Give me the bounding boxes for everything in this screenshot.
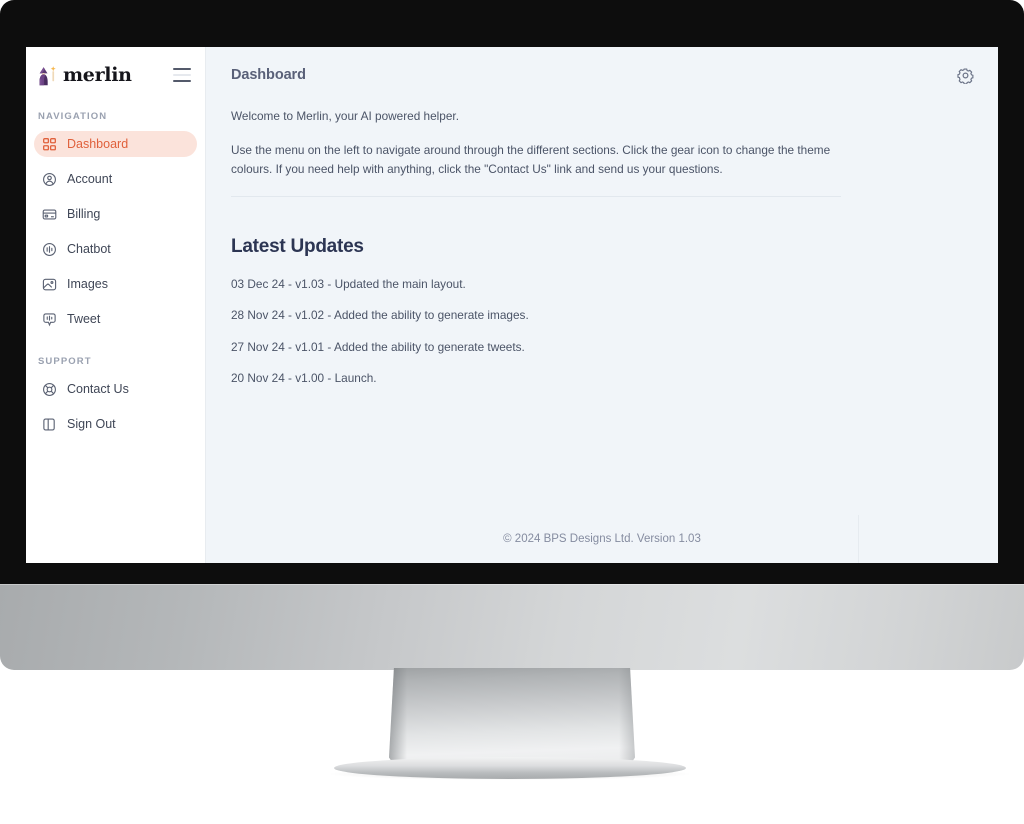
monitor-chin	[0, 584, 1024, 670]
sidebar-item-chatbot[interactable]: Chatbot	[34, 236, 197, 262]
sidebar-item-label: Tweet	[67, 312, 101, 326]
brand[interactable]: merlin	[38, 65, 132, 86]
sidebar-item-label: Chatbot	[67, 242, 111, 256]
sidebar-header: merlin	[26, 47, 205, 103]
sidebar-item-label: Billing	[67, 207, 101, 221]
sidebar-section-label-navigation: NAVIGATION	[38, 111, 108, 122]
screen-viewport: merlin NAVIGATION Dashboard Account Bill…	[26, 47, 998, 563]
user-circle-icon	[42, 172, 57, 187]
footer-edge-line	[858, 515, 859, 563]
content-area: Welcome to Merlin, your AI powered helpe…	[206, 103, 998, 515]
sidebar-item-label: Account	[67, 172, 113, 186]
imac-mockup: merlin NAVIGATION Dashboard Account Bill…	[0, 0, 1024, 824]
image-icon	[42, 277, 57, 292]
hamburger-line-1	[173, 68, 191, 70]
lifebuoy-icon	[42, 382, 57, 397]
chat-circle-icon	[42, 242, 57, 257]
brand-name: merlin	[63, 63, 132, 86]
speech-bubble-icon	[42, 312, 57, 327]
intro-paragraph-2: Use the menu on the left to navigate aro…	[231, 143, 831, 176]
sidebar-item-sign-out[interactable]: Sign Out	[34, 411, 197, 437]
update-item: 27 Nov 24 - v1.01 - Added the ability to…	[231, 339, 525, 354]
page-title: Dashboard	[231, 67, 306, 83]
wizard-icon	[38, 65, 58, 86]
sidebar-item-label: Sign Out	[67, 417, 116, 431]
sidebar-item-tweet[interactable]: Tweet	[34, 306, 197, 332]
sidebar-section-label-support: SUPPORT	[38, 356, 92, 367]
sidebar-nav-support: Contact Us Sign Out	[26, 374, 205, 439]
grid-icon	[42, 137, 57, 152]
sidebar-item-label: Images	[67, 277, 108, 291]
sidebar-nav-navigation: Dashboard Account Billing Chatbot Images…	[26, 129, 205, 334]
sidebar-item-account[interactable]: Account	[34, 166, 197, 192]
hamburger-line-2	[173, 74, 191, 76]
credit-card-icon	[42, 207, 57, 222]
sidebar-item-label: Contact Us	[67, 382, 129, 396]
intro-paragraph-1: Welcome to Merlin, your AI powered helpe…	[231, 109, 459, 123]
updates-list: 03 Dec 24 - v1.03 - Updated the main lay…	[231, 277, 973, 386]
sidebar-item-images[interactable]: Images	[34, 271, 197, 297]
sidebar-item-contact-us[interactable]: Contact Us	[34, 376, 197, 402]
latest-updates-title: Latest Updates	[231, 235, 364, 257]
update-item: 28 Nov 24 - v1.02 - Added the ability to…	[231, 308, 529, 323]
hamburger-menu-icon[interactable]	[173, 68, 191, 82]
footer: © 2024 BPS Designs Ltd. Version 1.03	[206, 515, 998, 563]
topbar: Dashboard	[206, 47, 998, 103]
gear-icon[interactable]	[956, 66, 974, 84]
hamburger-line-3	[173, 80, 191, 82]
sidebar-item-dashboard[interactable]: Dashboard	[34, 131, 197, 157]
sign-out-icon	[42, 417, 57, 432]
sidebar: merlin NAVIGATION Dashboard Account Bill…	[26, 47, 206, 563]
update-item: 03 Dec 24 - v1.03 - Updated the main lay…	[231, 276, 466, 291]
footer-text: © 2024 BPS Designs Ltd. Version 1.03	[503, 533, 701, 545]
section-divider	[231, 195, 841, 197]
monitor-stand-foot	[334, 757, 686, 779]
sidebar-item-label: Dashboard	[67, 137, 129, 151]
sidebar-item-billing[interactable]: Billing	[34, 201, 197, 227]
update-item: 20 Nov 24 - v1.00 - Launch.	[231, 370, 377, 385]
main-panel: Dashboard Welcome to Merlin, your AI pow…	[206, 47, 998, 563]
